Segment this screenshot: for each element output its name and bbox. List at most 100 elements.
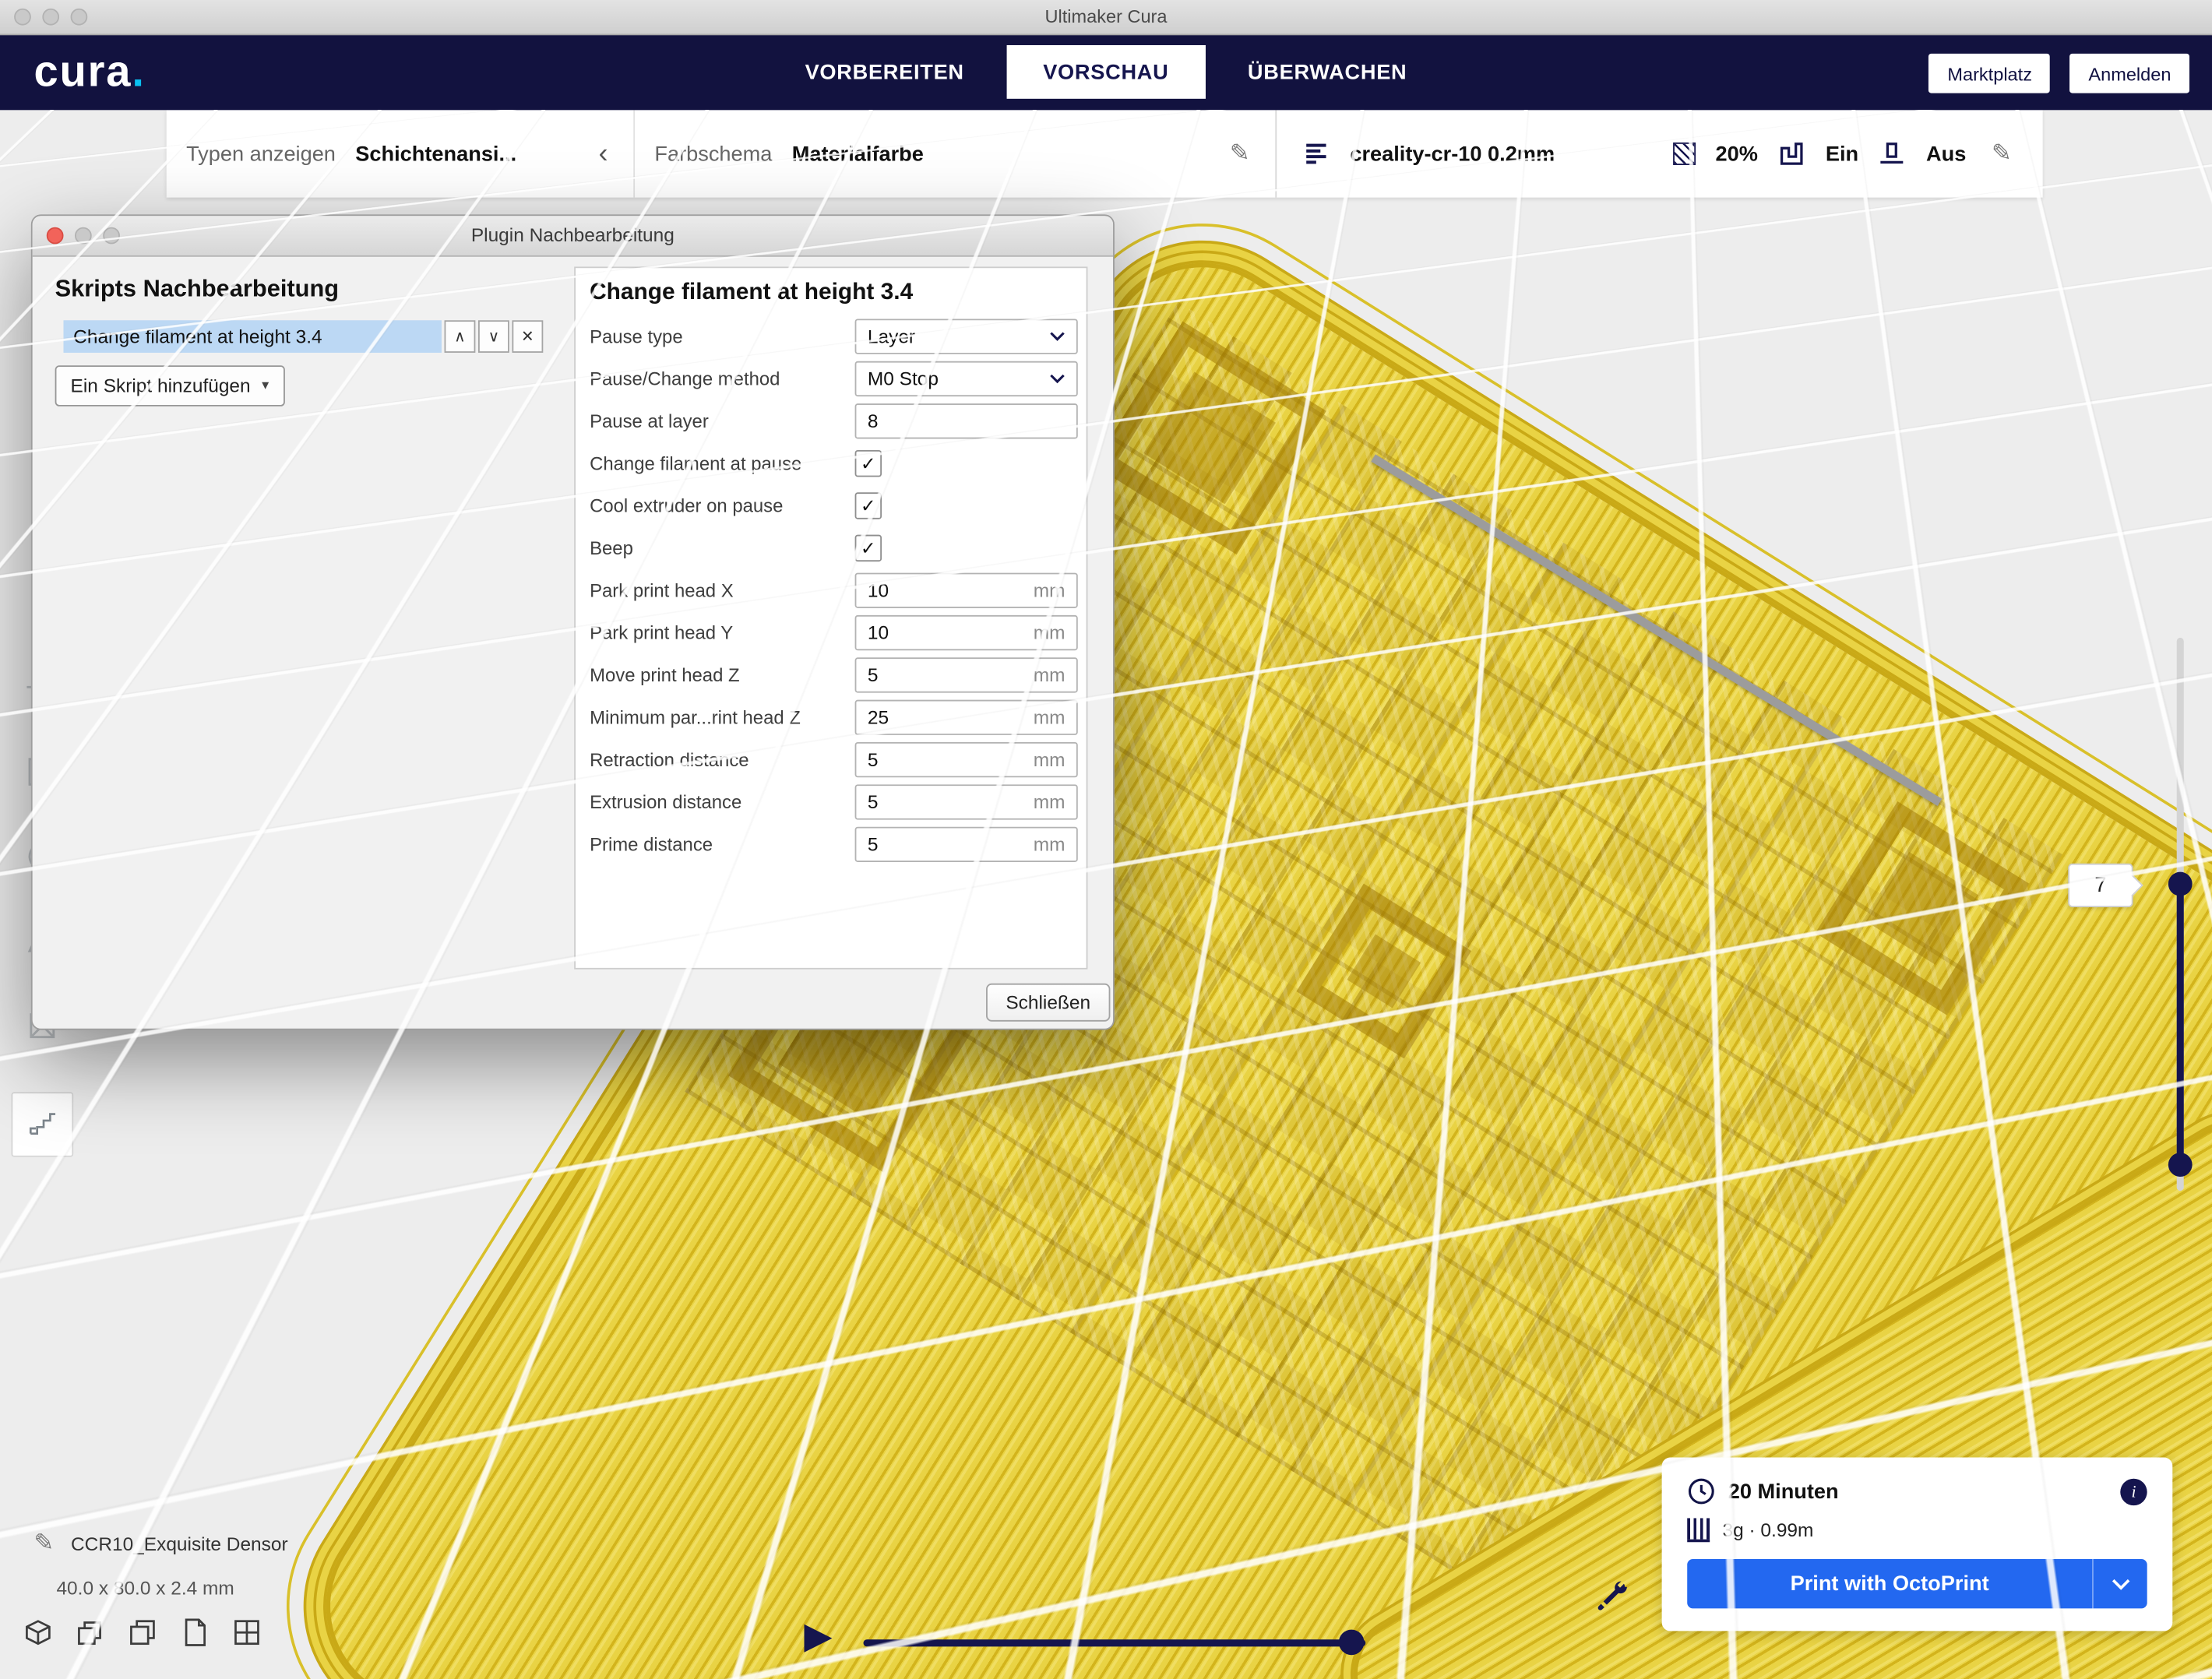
current-layer-badge: 7: [2068, 864, 2133, 907]
close-dialog-button[interactable]: Schließen: [986, 984, 1110, 1022]
infill-value: 20%: [1716, 142, 1758, 166]
printer-profile-icon: [1302, 139, 1330, 167]
chevron-down-icon: [1050, 331, 1065, 341]
add-script-label: Ein Skript hinzufügen: [71, 375, 251, 396]
model-name: CCR10_Exquisite Densor: [71, 1533, 288, 1554]
print-time: 20 Minuten: [1728, 1480, 2108, 1504]
app-window: Ultimaker Cura cura. VORBEREITEN VORSCHA…: [0, 0, 2212, 1679]
caret-down-icon: ▾: [262, 378, 269, 394]
field-row: Pause/Change method M0 Stop: [576, 357, 1087, 399]
dialog-titlebar[interactable]: Plugin Nachbearbeitung: [33, 216, 1113, 257]
current-layer-value: 7: [2094, 873, 2106, 897]
cura-logo: cura.: [33, 47, 145, 97]
change-filament-at-pause-checkbox[interactable]: ✓: [855, 449, 882, 476]
adjust-tools-icon[interactable]: [1594, 1578, 1631, 1614]
scripts-heading: Skripts Nachbearbeitung: [55, 275, 339, 303]
clock-icon: [1687, 1477, 1715, 1505]
min-park-z-input[interactable]: 25mm: [855, 699, 1078, 734]
field-label: Prime distance: [590, 833, 855, 854]
cube-icon[interactable]: [23, 1617, 54, 1648]
edit-print-settings-icon[interactable]: ✎: [1986, 139, 2017, 167]
tab-preview[interactable]: VORSCHAU: [1006, 45, 1205, 99]
info-icon[interactable]: i: [2120, 1478, 2147, 1505]
adhesion-icon: [1878, 139, 1906, 167]
field-label: Cool extruder on pause: [590, 495, 855, 516]
park-x-input[interactable]: 10mm: [855, 572, 1078, 607]
dialog-title: Plugin Nachbearbeitung: [33, 224, 1113, 245]
field-row: Change filament at pause ✓: [576, 442, 1087, 484]
remove-script-button[interactable]: ✕: [512, 320, 543, 353]
grid-icon[interactable]: [231, 1617, 262, 1648]
field-label: Minimum par...rint head Z: [590, 706, 855, 727]
simulation-slider-handle[interactable]: [1339, 1630, 1365, 1656]
qr-finder-square: [1093, 322, 1326, 555]
field-row: Cool extruder on pause ✓: [576, 484, 1087, 526]
field-row: Extrusion distance 5mm: [576, 780, 1087, 822]
header-actions: Marktplatz Anmelden: [1929, 54, 2189, 93]
layer-slider-range[interactable]: [2177, 885, 2184, 1166]
object-list-icons: [23, 1617, 262, 1648]
extrusion-distance-input[interactable]: 5mm: [855, 783, 1078, 818]
field-row: Park print head Y 10mm: [576, 611, 1087, 653]
field-row: Move print head Z 5mm: [576, 653, 1087, 695]
cool-extruder-checkbox[interactable]: ✓: [855, 491, 882, 518]
layers-step-icon: [26, 1107, 59, 1141]
simulation-slider-track[interactable]: [863, 1639, 1365, 1646]
field-row: Park print head X 10mm: [576, 568, 1087, 611]
stage-tabs: VORBEREITEN VORSCHAU ÜBERWACHEN: [768, 33, 1443, 110]
color-scheme-section[interactable]: Farbschema Materialfarbe ✎: [635, 110, 1277, 197]
move-script-down-button[interactable]: ∨: [478, 320, 509, 353]
play-button[interactable]: ▶: [804, 1617, 832, 1653]
sheet-icon[interactable]: [179, 1617, 210, 1648]
layer-slider-upper-handle[interactable]: [2168, 872, 2193, 896]
field-row: Beep ✓: [576, 526, 1087, 568]
field-row: Prime distance 5mm: [576, 822, 1087, 864]
layer-slider-lower-handle[interactable]: [2168, 1153, 2193, 1177]
field-label: Retraction distance: [590, 748, 855, 769]
field-label: Pause/Change method: [590, 368, 855, 389]
marketplace-button[interactable]: Marktplatz: [1929, 54, 2051, 93]
script-settings-heading: Change filament at height 3.4: [576, 268, 1087, 315]
material-icon: [1687, 1518, 1710, 1542]
window-title: Ultimaker Cura: [0, 5, 2212, 26]
tab-prepare[interactable]: VORBEREITEN: [768, 45, 1000, 99]
add-script-button[interactable]: Ein Skript hinzufügen ▾: [55, 365, 285, 407]
collapsed-panel[interactable]: [11, 1092, 73, 1156]
retraction-distance-input[interactable]: 5mm: [855, 741, 1078, 776]
park-y-input[interactable]: 10mm: [855, 614, 1078, 649]
copies-icon[interactable]: [127, 1617, 158, 1648]
field-row: Retraction distance 5mm: [576, 738, 1087, 780]
field-label: Park print head X: [590, 579, 855, 600]
selected-script[interactable]: Change filament at height 3.4: [64, 320, 442, 353]
move-script-up-button[interactable]: ∧: [445, 320, 476, 353]
beep-checkbox[interactable]: ✓: [855, 534, 882, 561]
view-type-section[interactable]: Typen anzeigen Schichtenansi... ‹: [167, 110, 635, 197]
field-row: Minimum par...rint head Z 25mm: [576, 695, 1087, 737]
color-scheme-label: Farbschema: [654, 142, 772, 166]
macos-titlebar: Ultimaker Cura: [0, 0, 2212, 35]
edit-color-scheme-icon[interactable]: ✎: [1224, 139, 1256, 167]
view-type-value[interactable]: Schichtenansi...: [355, 142, 516, 166]
print-options-chevron[interactable]: [2092, 1559, 2147, 1608]
prime-distance-input[interactable]: 5mm: [855, 826, 1078, 861]
field-label: Move print head Z: [590, 664, 855, 685]
cube-stack-icon[interactable]: [75, 1617, 106, 1648]
signin-button[interactable]: Anmelden: [2070, 54, 2189, 93]
print-with-octoprint-button[interactable]: Print with OctoPrint: [1687, 1559, 2147, 1608]
tab-monitor[interactable]: ÜBERWACHEN: [1211, 45, 1444, 99]
color-scheme-value[interactable]: Materialfarbe: [792, 142, 924, 166]
collapse-panel-icon[interactable]: ‹: [593, 139, 614, 167]
printer-profile-value[interactable]: creality-cr-10 0.2mm: [1350, 142, 1555, 166]
pause-type-select[interactable]: Layer: [855, 319, 1078, 354]
pause-at-layer-input[interactable]: 8: [855, 403, 1078, 438]
move-z-input[interactable]: 5mm: [855, 656, 1078, 692]
print-settings-section[interactable]: creality-cr-10 0.2mm 20% Ein Aus ✎: [1277, 110, 2042, 197]
script-list-row: Change filament at height 3.4 ∧ ∨ ✕: [64, 320, 544, 353]
field-label: Beep: [590, 537, 855, 558]
rename-model-icon[interactable]: ✎: [28, 1529, 59, 1558]
post-processing-dialog: Plugin Nachbearbeitung Skripts Nachbearb…: [31, 214, 1115, 1030]
pause-method-select[interactable]: M0 Stop: [855, 361, 1078, 396]
support-value: Ein: [1826, 142, 1858, 166]
qr-finder-square: [1296, 884, 1471, 1059]
field-label: Pause at layer: [590, 410, 855, 431]
